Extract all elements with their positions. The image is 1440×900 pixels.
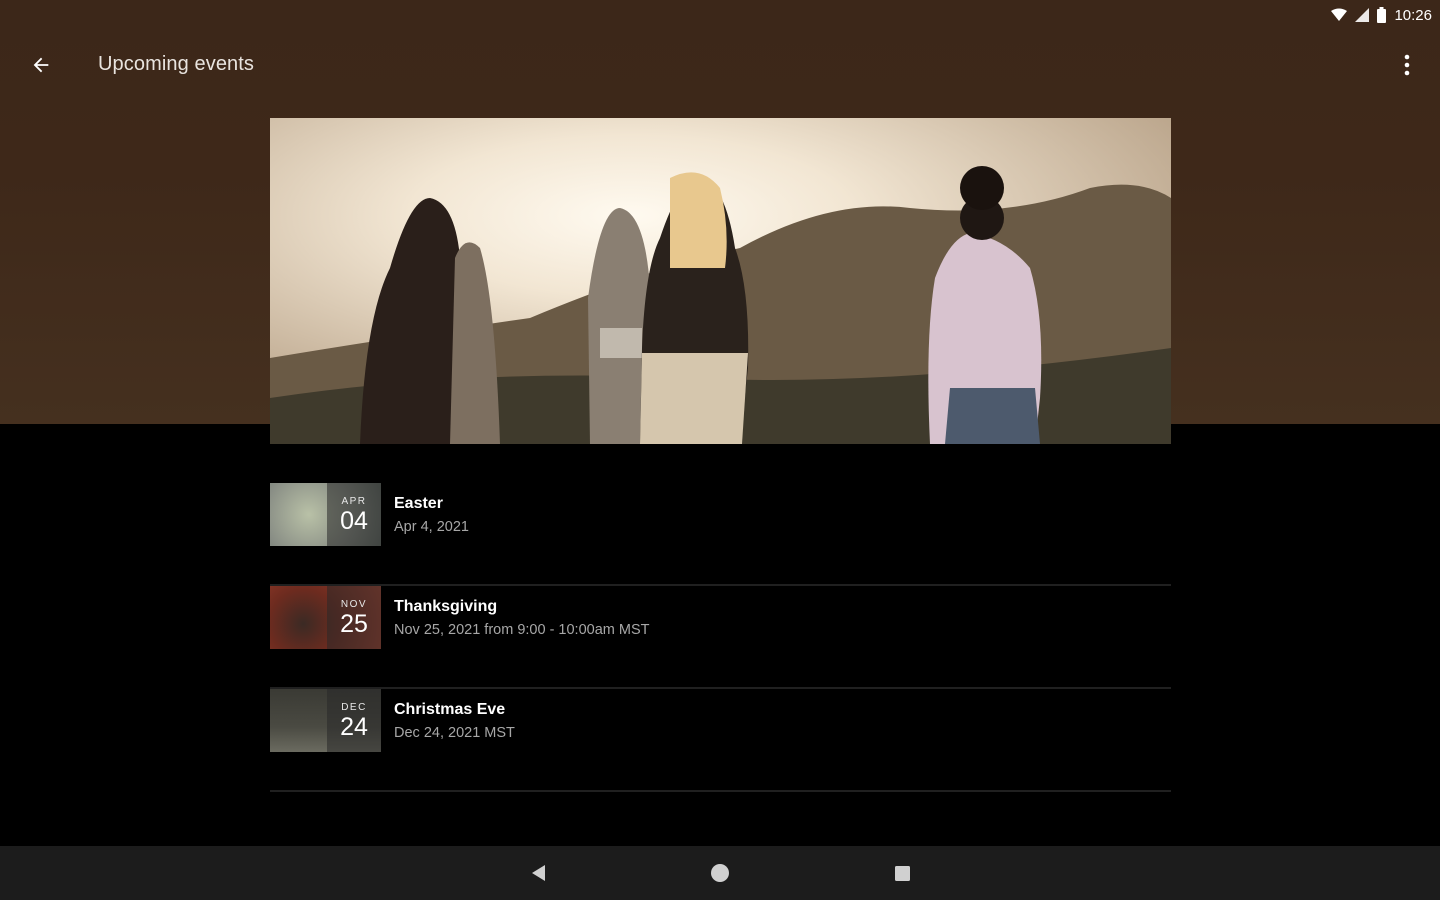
hero-image — [270, 118, 1171, 444]
nav-home-button[interactable] — [705, 859, 735, 887]
wifi-icon — [1331, 8, 1348, 21]
more-vert-icon — [1404, 54, 1410, 76]
nav-back-icon — [532, 865, 545, 881]
event-title: Christmas Eve — [394, 701, 506, 718]
system-nav-bar — [0, 846, 1440, 900]
nav-back-button[interactable] — [524, 859, 554, 887]
event-item-easter[interactable]: APR 04 Easter Apr 4, 2021 — [270, 483, 1171, 586]
date-day: 24 — [340, 712, 368, 741]
back-button[interactable] — [22, 46, 60, 84]
event-title: Thanksgiving — [394, 598, 498, 615]
nav-recents-icon — [894, 865, 910, 881]
date-month: NOV — [340, 598, 368, 610]
date-day: 25 — [340, 609, 368, 638]
event-item-christmas-eve[interactable]: DEC 24 Christmas Eve Dec 24, 2021 MST — [270, 689, 1171, 792]
nav-home-icon — [711, 864, 729, 882]
signal-icon — [1355, 8, 1370, 22]
event-thumbnail: NOV 25 — [270, 586, 381, 649]
event-date: Dec 24, 2021 MST — [394, 725, 515, 741]
app-bar: Upcoming events — [0, 34, 1440, 94]
event-date: Nov 25, 2021 from 9:00 - 10:00am MST — [394, 622, 650, 638]
nav-recents-button[interactable] — [887, 859, 917, 887]
status-bar: 10:26 — [0, 0, 1440, 30]
battery-icon — [1377, 7, 1387, 23]
date-badge: APR 04 — [327, 483, 381, 546]
event-title: Easter — [394, 495, 443, 512]
date-badge: DEC 24 — [327, 689, 381, 752]
date-month: DEC — [341, 701, 367, 713]
event-list: APR 04 Easter Apr 4, 2021 NOV 25 Thanksg… — [270, 483, 1171, 792]
page-title: Upcoming events — [98, 53, 255, 75]
more-options-button[interactable] — [1392, 46, 1422, 84]
date-day: 04 — [340, 506, 368, 535]
date-badge: NOV 25 — [327, 586, 381, 649]
arrow-back-icon — [33, 57, 49, 73]
event-thumbnail: APR 04 — [270, 483, 381, 546]
sunset-photo — [270, 118, 1171, 444]
status-time: 10:26 — [1394, 6, 1432, 24]
event-date: Apr 4, 2021 — [394, 519, 469, 535]
date-month: APR — [341, 495, 367, 507]
event-item-thanksgiving[interactable]: NOV 25 Thanksgiving Nov 25, 2021 from 9:… — [270, 586, 1171, 689]
event-thumbnail: DEC 24 — [270, 689, 381, 752]
